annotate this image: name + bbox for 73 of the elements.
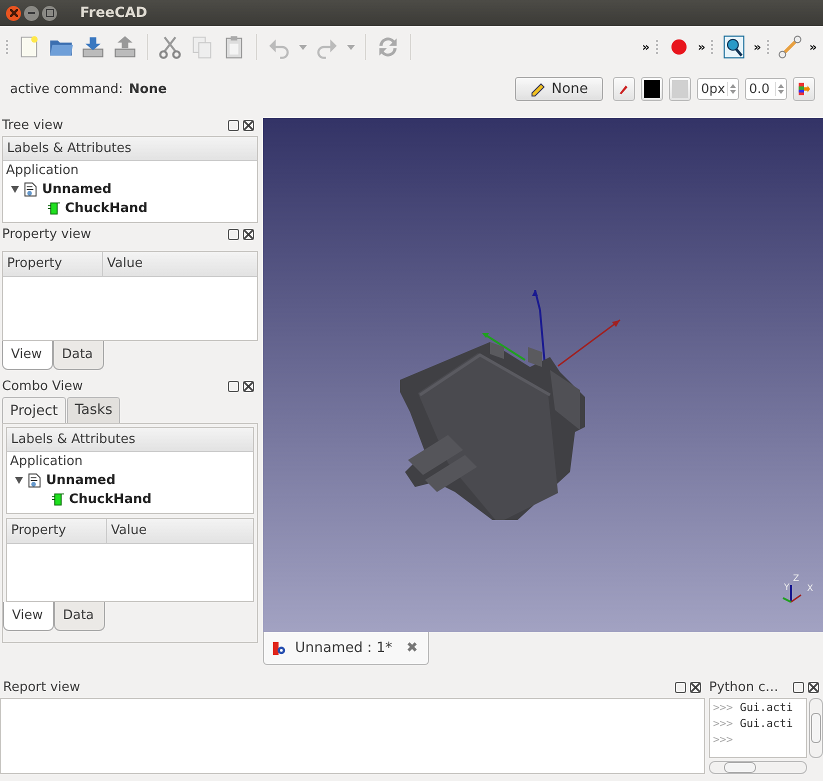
panel-title: Combo View	[2, 378, 83, 394]
active-command-label: active command:	[10, 82, 123, 96]
brush-button[interactable]	[613, 77, 635, 101]
column-header: Value	[106, 255, 143, 273]
apply-style-button[interactable]	[793, 77, 815, 101]
column-header: Value	[110, 522, 147, 540]
toolbar-overflow[interactable]: »	[753, 40, 762, 54]
document-icon	[28, 473, 41, 488]
vertical-scrollbar[interactable]	[809, 698, 823, 758]
close-icon[interactable]	[6, 6, 21, 20]
tab[interactable]: View	[2, 341, 53, 370]
close-icon[interactable]: ✖	[406, 640, 418, 656]
tree-item[interactable]: Application	[3, 161, 79, 180]
toolbar-overflow[interactable]: »	[809, 40, 817, 54]
console-code: Gui.acti	[740, 717, 793, 732]
panel-title: Property view	[2, 226, 92, 242]
axis-label: Z	[793, 574, 800, 584]
float-icon[interactable]	[793, 682, 804, 692]
minimize-icon[interactable]	[24, 6, 39, 20]
column-header: Property	[3, 252, 103, 276]
scissors-icon[interactable]	[157, 34, 183, 60]
column-header: Labels & Attributes	[7, 428, 253, 452]
style-button[interactable]: None	[515, 77, 603, 101]
axis-label: X	[807, 584, 814, 594]
tab[interactable]: View	[3, 602, 54, 631]
document-tab[interactable]: Unnamed : 1* ✖	[263, 632, 429, 665]
close-icon[interactable]	[243, 228, 254, 240]
panel-title: Python c…	[709, 680, 778, 694]
float-icon[interactable]	[675, 682, 686, 692]
active-command-value: None	[128, 82, 167, 96]
tab[interactable]: Project	[2, 397, 66, 423]
panel-title: Tree view	[2, 118, 64, 132]
panel-title: Report view	[3, 680, 80, 694]
column-header: Labels & Attributes	[3, 137, 257, 161]
line-color-button[interactable]	[641, 77, 663, 101]
color-bars-icon	[797, 81, 811, 97]
tree-item[interactable]: ChuckHand	[65, 201, 148, 216]
close-icon[interactable]	[808, 682, 819, 692]
close-icon[interactable]	[243, 120, 254, 130]
console-prompt: >>>	[713, 717, 733, 732]
tree-item[interactable]: ChuckHand	[69, 492, 152, 507]
console-code: Gui.acti	[740, 701, 793, 716]
console-prompt: >>>	[713, 701, 733, 716]
window-title: FreeCAD	[80, 5, 148, 21]
float-icon[interactable]	[228, 120, 239, 130]
tree-item[interactable]: Unnamed	[46, 473, 116, 488]
toolbar-overflow[interactable]: »	[642, 40, 650, 54]
float-icon[interactable]	[228, 380, 239, 392]
tree-item[interactable]: Application	[7, 452, 83, 471]
line-tool-icon[interactable]	[777, 34, 804, 60]
part-icon	[51, 492, 64, 507]
tree-item[interactable]: Unnamed	[42, 182, 112, 197]
float-icon[interactable]	[228, 228, 239, 240]
spacing-field[interactable]: 0.0	[745, 78, 787, 100]
tab[interactable]: Data	[54, 602, 105, 631]
maximize-icon[interactable]	[42, 6, 57, 20]
close-icon[interactable]	[690, 682, 701, 692]
save-as-icon[interactable]	[112, 34, 138, 60]
fill-color-button[interactable]	[669, 77, 691, 101]
magnifier-icon[interactable]	[721, 34, 748, 60]
pencil-icon	[530, 81, 546, 97]
close-icon[interactable]	[243, 380, 254, 392]
tab[interactable]: Tasks	[66, 397, 120, 423]
part-icon	[47, 201, 60, 216]
column-header: Property	[7, 519, 107, 543]
horizontal-scrollbar[interactable]	[709, 761, 807, 774]
document-icon	[24, 182, 37, 197]
toolbar-overflow[interactable]: »	[698, 40, 706, 54]
console-prompt: >>>	[713, 733, 733, 748]
line-width-field[interactable]: 0px	[697, 78, 739, 100]
tab[interactable]: Data	[52, 341, 104, 370]
python-console[interactable]: >>> Gui.acti >>> Gui.acti >>>	[709, 698, 807, 758]
axis-label: Y	[784, 583, 790, 593]
